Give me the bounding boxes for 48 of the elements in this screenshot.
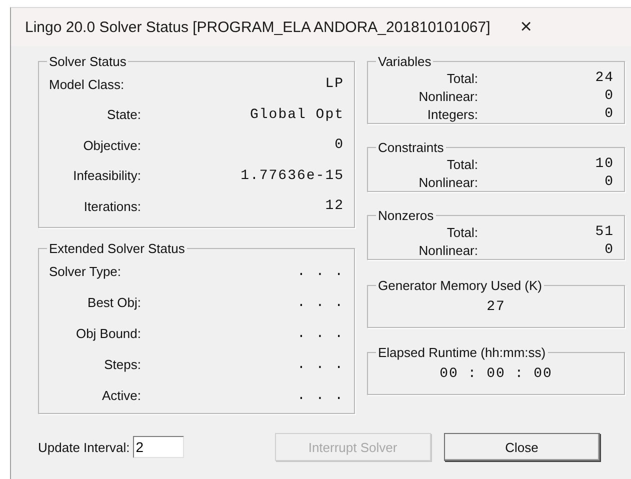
field-label: Total: [446,224,478,240]
field-value: 1.77636e-15 [240,168,344,184]
field-label: Best Obj: [86,295,141,310]
field-value: . . . [296,356,344,372]
field-value: 51 [594,224,614,240]
field-label: Obj Bound: [74,326,141,341]
field-label: Solver Type: [49,264,122,279]
interval-input[interactable]: 2 [132,436,184,458]
field-label: State: [106,107,141,122]
group-title: Variables [377,54,432,69]
close-dialog-button[interactable]: Close [444,433,600,461]
field-label: Nonlinear: [418,88,478,104]
field-value: Global Opt [248,106,344,123]
field-value: 10 [594,156,614,172]
window-title: Lingo 20.0 Solver Status [PROGRAM_ELA ANDORA_201810101067] [25,18,490,36]
group-title: Generator Memory Used (K) [377,278,543,293]
field-label: Iterations: [82,198,141,214]
field-label: Nonlinear: [418,242,478,258]
group-title: Constraints [377,140,445,155]
field-value: . . . [296,294,344,310]
field-label: Steps: [103,357,141,372]
group-title: Elapsed Runtime (hh:mm:ss) [377,345,547,360]
field-label: Model Class: [49,76,126,92]
field-value: . . . [296,326,344,342]
field-label: Nonlinear: [418,174,478,190]
close-button[interactable]: × [514,16,538,38]
field-value: 0 [604,106,614,122]
readout-value: 27 [486,298,506,317]
field-value: . . . [296,388,344,404]
group-title: Solver Status [48,54,128,69]
field-value: 12 [324,198,344,214]
readout-value: 00 : 00 : 00 [438,365,554,384]
field-value: 0 [604,174,614,190]
field-label: Total: [446,70,478,86]
field-value: 0 [604,242,614,258]
group-title: Extended Solver Status [48,241,186,256]
field-value: 0 [334,137,344,154]
field-label: Integers: [426,106,478,122]
field-value: LP [324,76,344,92]
group-title: Nonzeros [377,208,435,223]
field-label: Objective: [82,138,141,153]
field-value: 0 [604,88,614,104]
field-value: 24 [594,70,614,86]
field-label: Total: [446,156,478,172]
field-value: . . . [296,264,344,280]
field-label: Active: [100,388,141,403]
field-label: Infeasibility: [72,168,141,184]
field-label: Update Interval: [38,440,130,454]
